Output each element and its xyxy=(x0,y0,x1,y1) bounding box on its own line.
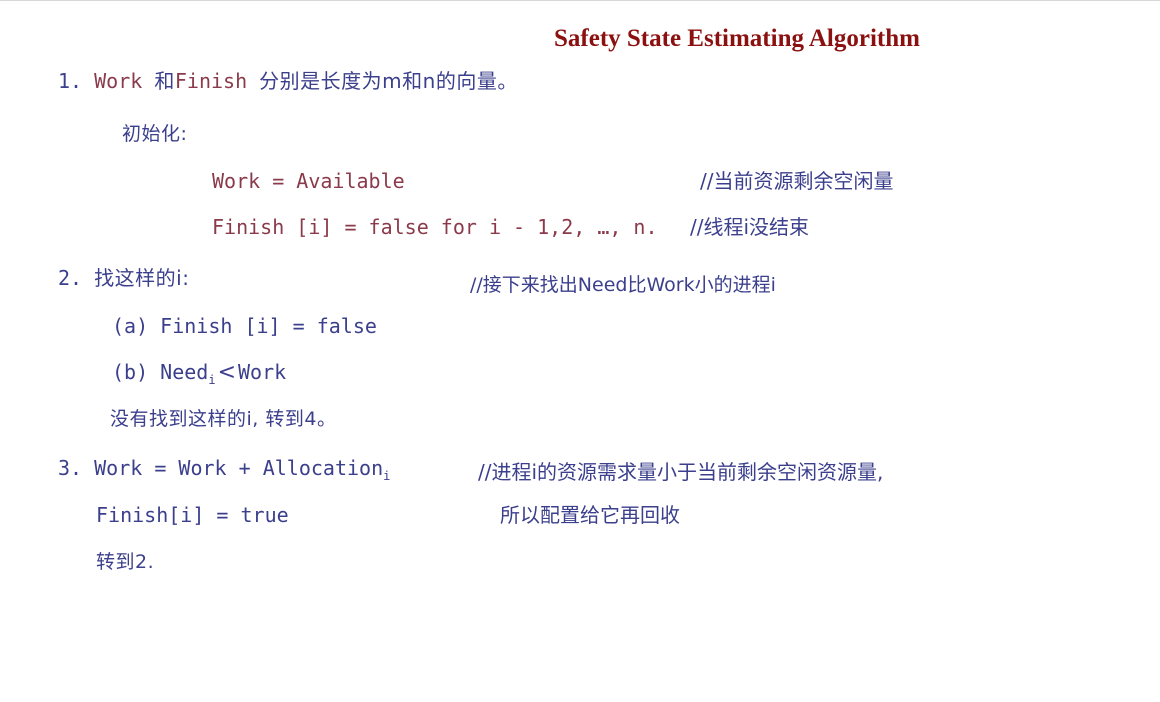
step2-b-subscript: i xyxy=(208,373,216,387)
step2-condition-b: (b) Needi< Work xyxy=(112,358,286,394)
step1-line: 1. Work 和Finish 分别是长度为m和n的向量。 xyxy=(58,67,518,95)
step3-comment2: 所以配置给它再回收 xyxy=(500,503,680,527)
step2-line: 2. 找这样的i: xyxy=(58,264,189,292)
step2-comment: //接下来找出Need比Work小的进程i xyxy=(470,274,776,296)
step1-and: 和 xyxy=(154,69,175,93)
step2-label: 找这样的i: xyxy=(94,266,190,290)
init-finish-comment: //线程i没结束 xyxy=(690,215,810,239)
step1-finish: Finish xyxy=(174,69,248,93)
slide-title: Safety State Estimating Algorithm xyxy=(554,25,920,52)
step1-number: 1. xyxy=(58,69,83,93)
step3-allocation-subscript: i xyxy=(383,469,391,483)
step3-goto: 转到2. xyxy=(96,551,155,573)
step3-line2: Finish[i] = true xyxy=(96,503,289,527)
step3-work-update: Work = Work + Allocation xyxy=(94,456,384,480)
slide-frame: Safety State Estimating Algorithm 1. Wor… xyxy=(0,0,1160,702)
step1-description: 分别是长度为m和n的向量。 xyxy=(259,69,518,93)
step3-comment1: //进程i的资源需求量小于当前剩余空闲资源量, xyxy=(478,460,884,484)
step1-work: Work xyxy=(94,69,143,93)
init-label: 初始化: xyxy=(122,123,188,145)
step2-notfound: 没有找到这样的i, 转到4。 xyxy=(110,408,337,430)
init-work-line: Work = Available xyxy=(212,169,405,193)
init-work-comment: //当前资源剩余空闲量 xyxy=(700,169,894,193)
less-than-symbol: < xyxy=(217,360,236,385)
step2-b-suffix: Work xyxy=(238,360,287,384)
step2-condition-a: (a) Finish [i] = false xyxy=(112,314,377,338)
step3-number: 3. xyxy=(58,456,83,480)
init-finish-line: Finish [i] = false for i - 1,2, …, n. xyxy=(212,215,658,239)
step2-b-prefix: (b) Need xyxy=(112,360,209,384)
step3-line1: 3. Work = Work + Allocationi xyxy=(58,454,390,490)
step2-number: 2. xyxy=(58,266,83,290)
